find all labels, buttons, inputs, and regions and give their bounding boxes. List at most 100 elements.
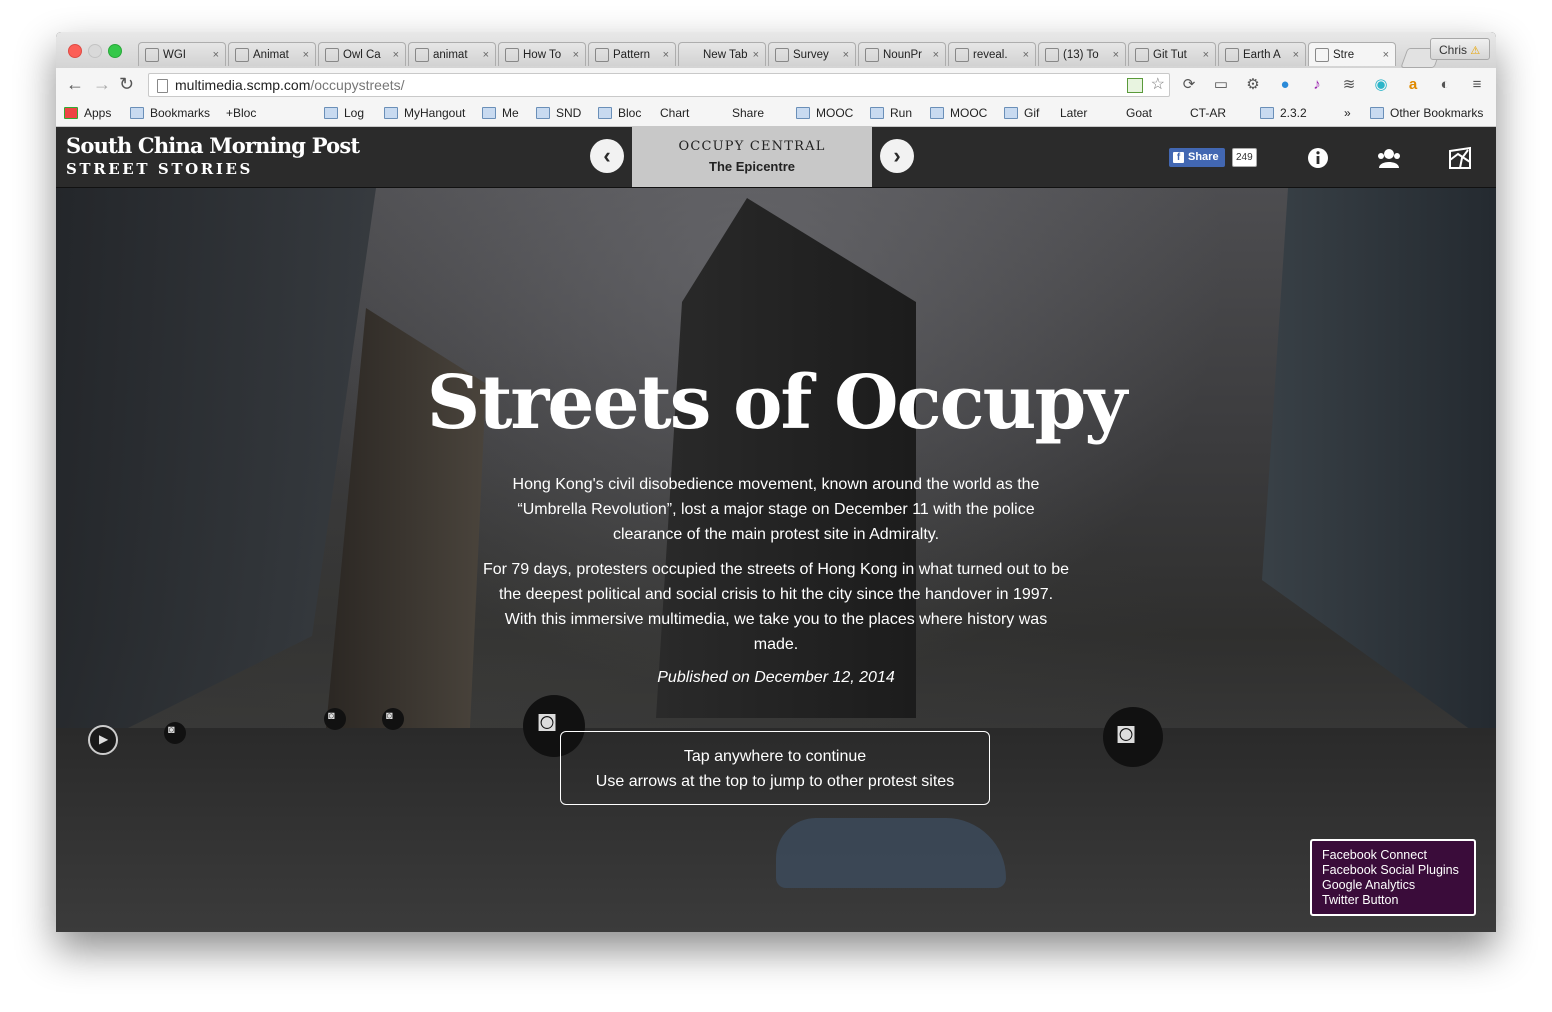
gear-extension-icon[interactable]: ⚙: [1244, 76, 1262, 94]
other-bookmarks[interactable]: Other Bookmarks: [1370, 106, 1483, 120]
reload-button[interactable]: ↻: [119, 74, 134, 95]
facebook-share-button[interactable]: f Share: [1169, 148, 1225, 167]
buffer-extension-icon[interactable]: ≋: [1340, 76, 1358, 94]
bookmark-item[interactable]: Gif: [1004, 106, 1039, 120]
profile-button[interactable]: Chris ⚠: [1430, 38, 1490, 60]
close-tab-icon[interactable]: ×: [1383, 49, 1389, 61]
continue-prompt[interactable]: Tap anywhere to continue Use arrows at t…: [560, 731, 990, 805]
video-hotspot[interactable]: ▶: [88, 725, 118, 755]
browser-tab[interactable]: Git Tut ×: [1128, 42, 1216, 66]
tracker-item: Facebook Social Plugins: [1322, 863, 1459, 877]
bookmark-item[interactable]: Share: [732, 106, 764, 215]
browser-tab[interactable]: Pattern ×: [588, 42, 676, 66]
close-tab-icon[interactable]: ×: [393, 49, 399, 61]
bookmark-item[interactable]: MOOC: [930, 106, 987, 120]
back-button[interactable]: ←: [66, 74, 84, 95]
map-icon[interactable]: [1448, 146, 1472, 170]
chat-extension-icon[interactable]: ◉: [1372, 76, 1390, 94]
close-tab-icon[interactable]: ×: [213, 49, 219, 61]
music-extension-icon[interactable]: ♪: [1308, 76, 1326, 94]
tab-title: New Tab: [703, 48, 748, 61]
bookmark-item[interactable]: Run: [870, 106, 912, 120]
bookmark-item[interactable]: MOOC: [796, 106, 853, 120]
browser-tab[interactable]: animat ×: [408, 42, 496, 66]
folder-icon: [1370, 107, 1384, 119]
close-tab-icon[interactable]: ×: [303, 49, 309, 61]
bookmark-item[interactable]: 2.3.2: [1260, 106, 1307, 120]
browser-tab[interactable]: How To ×: [498, 42, 586, 66]
close-tab-icon[interactable]: ×: [573, 49, 579, 61]
close-tab-icon[interactable]: ×: [1113, 49, 1119, 61]
bookmark-label: Goat: [1126, 106, 1153, 120]
bookmark-item[interactable]: Bloc: [598, 106, 641, 120]
photo-hotspot[interactable]: ◙: [382, 708, 404, 730]
browser-tab[interactable]: (13) To ×: [1038, 42, 1126, 66]
next-site-button[interactable]: ›: [880, 139, 914, 173]
browser-tab[interactable]: Owl Ca ×: [318, 42, 406, 66]
browser-tab[interactable]: WGI ×: [138, 42, 226, 66]
bookmark-item[interactable]: MyHangout: [384, 106, 465, 120]
browser-tab[interactable]: Animat ×: [228, 42, 316, 66]
photo-hotspot-large[interactable]: ◙: [1103, 707, 1163, 767]
sync-extension-icon[interactable]: ⟳: [1180, 76, 1198, 94]
bookmark-label: MOOC: [816, 106, 854, 120]
close-tab-icon[interactable]: ×: [1023, 49, 1029, 61]
browser-tab[interactable]: NounPr ×: [858, 42, 946, 66]
minimize-window-button[interactable]: [88, 44, 102, 58]
compass-extension-icon[interactable]: ◐: [1436, 76, 1454, 94]
bookmark-item[interactable]: CT-AR: [1190, 106, 1226, 215]
photo-hotspot[interactable]: ◙: [164, 722, 186, 744]
browser-tab[interactable]: Survey ×: [768, 42, 856, 66]
bookmark-label: Log: [344, 106, 365, 120]
site-header: South China Morning Post STREET STORIES …: [56, 127, 1496, 188]
globe-extension-icon[interactable]: ●: [1276, 76, 1294, 94]
page-icon: [595, 47, 609, 62]
scmp-logo[interactable]: South China Morning Post: [66, 133, 360, 158]
credits-icon[interactable]: [1376, 146, 1402, 170]
bookmark-item[interactable]: Me: [482, 106, 519, 120]
bookmark-item[interactable]: Log: [324, 106, 364, 120]
browser-tab[interactable]: Stre ×: [1308, 42, 1396, 66]
car: [776, 818, 1006, 888]
photo-hotspot[interactable]: ◙: [324, 708, 346, 730]
browser-tab[interactable]: Earth A ×: [1218, 42, 1306, 66]
published-date: Published on December 12, 2014: [657, 669, 895, 686]
tab-title: Survey: [793, 48, 829, 61]
bookmarks-overflow[interactable]: »: [1344, 106, 1351, 120]
forward-button[interactable]: →: [93, 74, 111, 95]
close-tab-icon[interactable]: ×: [483, 49, 489, 61]
share-label: Share: [1188, 151, 1219, 163]
bookmark-item[interactable]: +Bloc: [226, 106, 256, 215]
building-right: [1262, 188, 1496, 748]
bookmark-item[interactable]: Later: [1060, 106, 1087, 215]
close-tab-icon[interactable]: ×: [933, 49, 939, 61]
panorama-background[interactable]: Streets of Occupy Hong Kong's civil diso…: [56, 188, 1496, 932]
menu-icon[interactable]: ≡: [1468, 76, 1486, 94]
browser-tab[interactable]: reveal. ×: [948, 42, 1036, 66]
street-stories-logo[interactable]: STREET STORIES: [66, 160, 253, 178]
star-icon[interactable]: ☆: [1151, 74, 1165, 96]
close-window-button[interactable]: [68, 44, 82, 58]
previous-site-button[interactable]: ‹: [590, 139, 624, 173]
bookmark-item[interactable]: Goat: [1126, 106, 1153, 215]
close-tab-icon[interactable]: ×: [663, 49, 669, 61]
close-tab-icon[interactable]: ×: [1293, 49, 1299, 61]
bookmark-item[interactable]: Apps: [64, 106, 111, 120]
screen-extension-icon[interactable]: ▭: [1212, 76, 1230, 94]
close-tab-icon[interactable]: ×: [1203, 49, 1209, 61]
address-bar[interactable]: multimedia.scmp.com/occupystreets/ ☆: [148, 73, 1170, 97]
bookmark-label: Me: [502, 106, 519, 120]
bookmark-item[interactable]: SND: [536, 106, 581, 120]
info-icon[interactable]: [1306, 146, 1330, 170]
bookmark-item[interactable]: Bookmarks: [130, 106, 210, 120]
earth-icon: [1225, 47, 1239, 62]
play-icon: ▶: [99, 732, 109, 746]
amazon-extension-icon[interactable]: a: [1404, 76, 1422, 94]
close-tab-icon[interactable]: ×: [753, 49, 759, 61]
browser-tab[interactable]: New Tab ×: [678, 42, 766, 66]
reader-icon[interactable]: [1127, 78, 1143, 93]
folder-icon: [384, 107, 398, 119]
zoom-window-button[interactable]: [108, 44, 122, 58]
bookmark-item[interactable]: Chart: [660, 106, 689, 215]
close-tab-icon[interactable]: ×: [843, 49, 849, 61]
